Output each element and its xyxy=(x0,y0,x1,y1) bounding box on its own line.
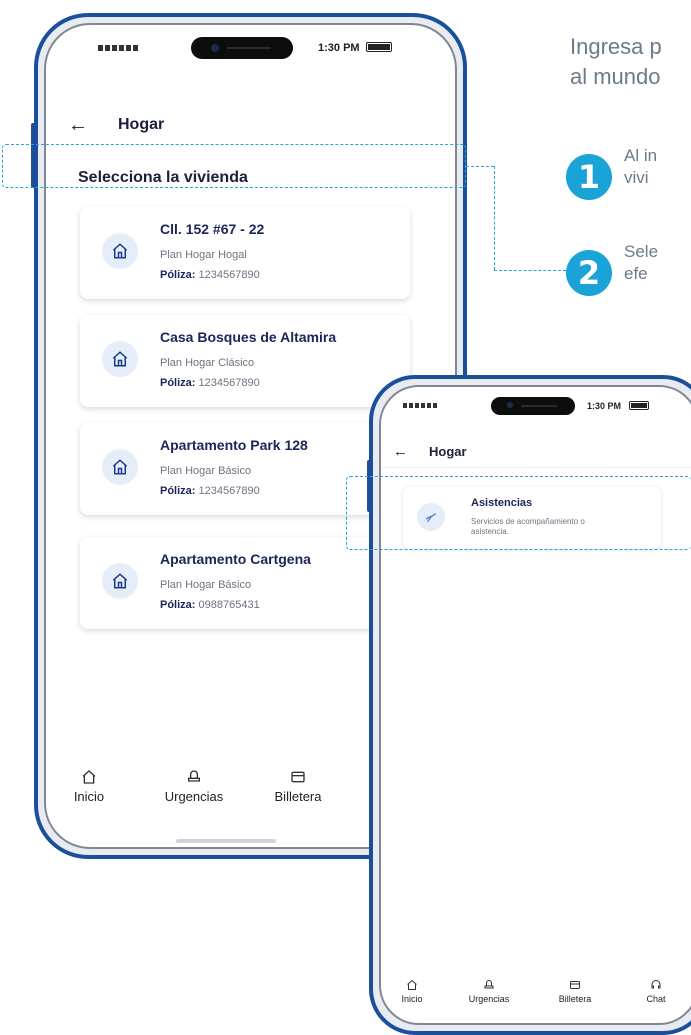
tab-wallet[interactable]: Billetera xyxy=(258,769,338,804)
step-2-line-1: Sele xyxy=(624,242,659,261)
tab-home-label: Inicio xyxy=(401,994,423,1004)
step-1-text: Al in vivi xyxy=(624,145,657,189)
signal-icon xyxy=(98,45,138,51)
tab-home[interactable]: Inicio xyxy=(395,979,429,1004)
app-bar: ← Hogar xyxy=(381,441,691,461)
tab-urgent[interactable]: Urgencias xyxy=(457,979,521,1004)
home-indicator xyxy=(491,1023,571,1025)
tab-wallet[interactable]: Billetera xyxy=(545,979,605,1004)
phone-2: 1:30 PM ← Hogar Asistencias Servicios de… xyxy=(369,375,691,1035)
house-icon xyxy=(102,233,138,269)
policy-label: Póliza: xyxy=(160,485,196,497)
home-plan: Plan Hogar Básico xyxy=(160,579,252,591)
status-bar: 1:30 PM xyxy=(46,25,455,73)
tab-home[interactable]: Inicio xyxy=(68,769,110,804)
highlight-service-card xyxy=(346,476,691,550)
page-title: Hogar xyxy=(429,443,467,459)
battery-icon xyxy=(629,401,649,410)
policy-number: 1234567890 xyxy=(198,377,260,389)
intro-line-2: al mundo xyxy=(570,64,661,89)
step-1-line-1: Al in xyxy=(624,146,658,165)
tab-chat-label: Chat xyxy=(646,994,666,1004)
tab-bar: Inicio Urgencias Billetera Chat xyxy=(381,979,691,1019)
tab-urgent-label: Urgencias xyxy=(164,789,224,804)
home-card[interactable]: Cll. 152 #67 - 22 Plan Hogar Hogal Póliz… xyxy=(80,207,410,299)
tab-urgent[interactable]: Urgencias xyxy=(154,769,234,804)
step-2-line-2: efe xyxy=(624,264,648,283)
home-name: Apartamento Park 128 xyxy=(160,437,308,453)
home-tab-icon xyxy=(407,979,417,990)
policy-label: Póliza: xyxy=(160,599,196,611)
tab-wallet-label: Billetera xyxy=(274,789,322,804)
signal-icon xyxy=(403,403,437,408)
urgent-tab-icon xyxy=(188,770,200,782)
app-bar: ← Hogar xyxy=(46,113,455,137)
house-icon xyxy=(102,449,138,485)
policy-number: 1234567890 xyxy=(198,485,260,497)
home-plan: Plan Hogar Hogal xyxy=(160,249,247,261)
wallet-tab-icon xyxy=(291,771,305,783)
highlight-section-title xyxy=(2,144,466,188)
tab-urgent-label: Urgencias xyxy=(468,994,510,1004)
home-indicator xyxy=(176,839,276,843)
home-policy: Póliza: 0988765431 xyxy=(160,599,260,611)
wallet-tab-icon xyxy=(570,981,580,989)
camera-notch xyxy=(191,37,293,59)
policy-number: 1234567890 xyxy=(198,269,260,281)
tab-wallet-label: Billetera xyxy=(558,994,592,1004)
connector-line xyxy=(466,166,494,167)
camera-notch xyxy=(491,397,575,415)
urgent-tab-icon xyxy=(484,980,494,989)
status-time: 1:30 PM xyxy=(318,42,360,54)
battery-icon xyxy=(366,42,392,52)
home-card[interactable]: Casa Bosques de Altamira Plan Hogar Clás… xyxy=(80,315,410,407)
page-title: Hogar xyxy=(118,116,165,133)
home-policy: Póliza: 1234567890 xyxy=(160,377,260,389)
home-plan: Plan Hogar Clásico xyxy=(160,357,255,369)
tab-home-label: Inicio xyxy=(73,789,105,804)
step-1-line-2: vivi xyxy=(624,168,649,187)
back-arrow-icon[interactable]: ← xyxy=(393,443,408,460)
tab-chat[interactable]: Chat xyxy=(639,979,673,1004)
back-arrow-icon[interactable]: ← xyxy=(68,114,88,137)
status-time: 1:30 PM xyxy=(587,401,622,411)
policy-number: 0988765431 xyxy=(198,599,260,611)
home-policy: Póliza: 1234567890 xyxy=(160,485,260,497)
home-tab-icon xyxy=(82,770,96,784)
chat-tab-icon xyxy=(651,980,661,989)
connector-line xyxy=(494,270,566,271)
home-name: Cll. 152 #67 - 22 xyxy=(160,221,265,237)
status-bar: 1:30 PM xyxy=(381,387,691,435)
policy-label: Póliza: xyxy=(160,377,196,389)
home-name: Apartamento Cartgena xyxy=(160,551,311,567)
house-icon xyxy=(102,341,138,377)
intro-text: Ingresa p al mundo xyxy=(570,32,691,92)
policy-label: Póliza: xyxy=(160,269,196,281)
house-icon xyxy=(102,563,138,599)
step-1-badge: 1 xyxy=(566,154,612,200)
home-policy: Póliza: 1234567890 xyxy=(160,269,260,281)
step-2-text: Sele efe xyxy=(624,241,658,285)
home-plan: Plan Hogar Básico xyxy=(160,465,252,477)
home-card[interactable]: Apartamento Cartgena Plan Hogar Básico P… xyxy=(80,537,410,629)
divider xyxy=(381,467,691,468)
intro-line-1: Ingresa p xyxy=(570,34,662,59)
step-2-badge: 2 xyxy=(566,250,612,296)
home-name: Casa Bosques de Altamira xyxy=(160,329,337,345)
connector-line xyxy=(494,166,495,270)
